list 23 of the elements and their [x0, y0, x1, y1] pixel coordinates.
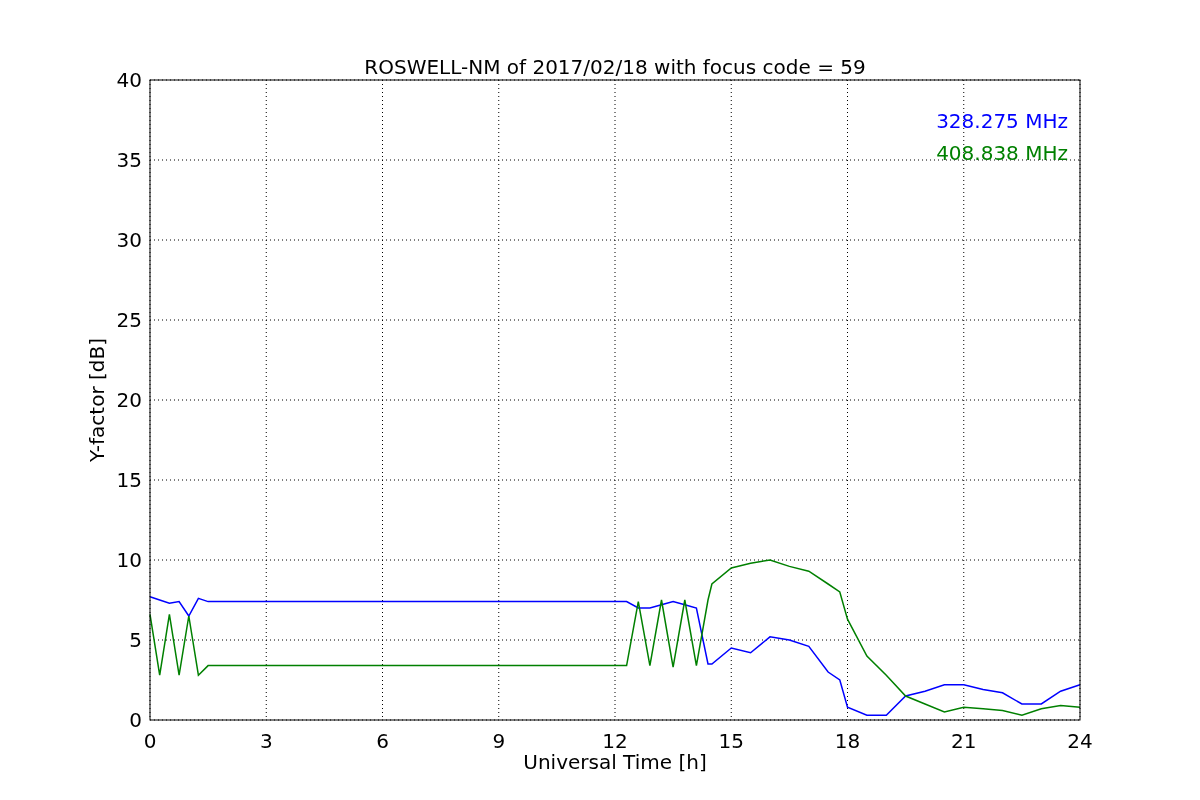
chart-title: ROSWELL-NM of 2017/02/18 with focus code = 59	[364, 55, 866, 79]
tick-label: 20	[116, 388, 142, 412]
legend-label: 408.838 MHz	[936, 141, 1068, 165]
tick-label: 5	[129, 628, 142, 652]
legend-label: 328.275 MHz	[936, 109, 1068, 133]
axis-label: Universal Time [h]	[523, 750, 707, 774]
tick-label: 0	[129, 708, 142, 732]
tick-label: 40	[116, 68, 142, 92]
tick-label: 10	[116, 548, 142, 572]
tick-label: 6	[376, 729, 389, 753]
tick-label: 24	[1067, 729, 1093, 753]
tick-label: 9	[492, 729, 506, 753]
tick-label: 30	[116, 228, 142, 252]
tick-label: 25	[116, 308, 142, 332]
tick-label: 21	[951, 729, 977, 753]
tick-label: 15	[116, 468, 142, 492]
tick-label: 3	[259, 729, 273, 753]
tick-label: 0	[143, 729, 157, 753]
tick-label: 12	[602, 729, 628, 753]
axis-label: Y-factor [dB]	[85, 338, 109, 462]
tick-label: 18	[834, 729, 861, 753]
tick-label: 15	[718, 729, 744, 753]
tick-label: 35	[116, 148, 142, 172]
